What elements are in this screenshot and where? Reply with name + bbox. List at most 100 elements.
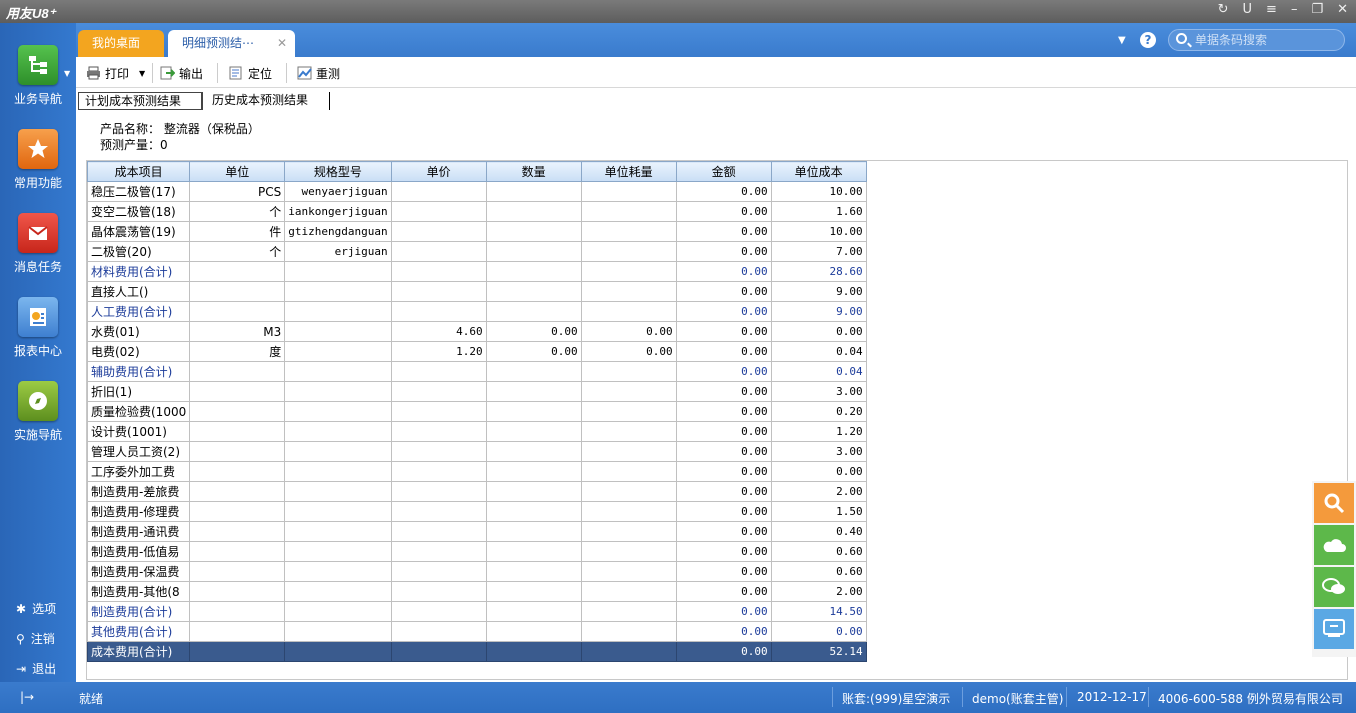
table-cell[interactable] [189, 381, 286, 402]
table-cell[interactable] [284, 481, 392, 502]
table-row[interactable]: 工序委外加工费 0.00 0.00 [86, 461, 867, 482]
table-cell[interactable] [189, 461, 286, 482]
table-row[interactable]: 制造费用-修理费 0.00 1.50 [86, 501, 867, 522]
sidebar-item-implementation[interactable]: 实施导航 [0, 381, 76, 443]
table-cell[interactable] [189, 581, 286, 602]
table-cell[interactable] [390, 501, 487, 522]
table-cell[interactable] [284, 341, 392, 362]
table-cell[interactable]: 0.00 [485, 321, 582, 342]
collapse-icon[interactable]: |→ [20, 690, 34, 704]
table-cell[interactable] [580, 581, 677, 602]
table-cell[interactable]: 度 [189, 341, 286, 362]
table-subtotal-row[interactable]: 辅助费用(合计) 0.00 0.04 [86, 361, 867, 382]
table-row[interactable]: 二极管(20) 个 erjiguan 0.00 7.00 [86, 241, 867, 262]
table-row[interactable]: 直接人工() 0.00 9.00 [86, 281, 867, 302]
tab-plan-forecast[interactable]: 计划成本预测结果 [78, 92, 203, 110]
table-cell[interactable]: 2.00 [770, 481, 867, 502]
table-cell[interactable]: 质量检验费(1000 [86, 401, 191, 422]
table-cell[interactable]: 0.00 [675, 641, 772, 662]
table-cell[interactable] [390, 301, 487, 322]
table-cell[interactable]: 0.00 [675, 481, 772, 502]
tab-detail-forecast[interactable]: 明细预测结⋯ ✕ [168, 30, 295, 57]
table-cell[interactable]: 10.00 [770, 181, 867, 202]
table-cell[interactable] [485, 301, 582, 322]
column-header[interactable]: 单价 [390, 161, 487, 182]
table-cell[interactable] [284, 621, 392, 642]
table-cell[interactable] [580, 501, 677, 522]
table-cell[interactable] [580, 261, 677, 282]
table-cell[interactable] [580, 421, 677, 442]
refresh-icon[interactable]: ↻ [1218, 2, 1229, 17]
table-cell[interactable] [580, 201, 677, 222]
table-cell[interactable]: 1.20 [390, 341, 487, 362]
column-header[interactable]: 单位 [189, 161, 286, 182]
table-cell[interactable] [284, 581, 392, 602]
table-cell[interactable] [580, 221, 677, 242]
column-header[interactable]: 单位成本 [770, 161, 867, 182]
table-cell[interactable]: 0.00 [675, 381, 772, 402]
table-cell[interactable] [284, 561, 392, 582]
table-cell[interactable] [485, 421, 582, 442]
column-header[interactable]: 规格型号 [284, 161, 392, 182]
table-cell[interactable] [284, 281, 392, 302]
table-cell[interactable]: 0.00 [675, 301, 772, 322]
table-cell[interactable] [485, 601, 582, 622]
table-cell[interactable] [390, 601, 487, 622]
table-row[interactable]: 制造费用-通讯费 0.00 0.40 [86, 521, 867, 542]
table-cell[interactable] [580, 541, 677, 562]
table-cell[interactable]: erjiguan [284, 241, 392, 262]
table-cell[interactable] [284, 601, 392, 622]
table-cell[interactable] [485, 261, 582, 282]
settings-menu-icon[interactable]: ≡ [1266, 2, 1277, 17]
table-cell[interactable]: 0.04 [770, 361, 867, 382]
table-cell[interactable]: 变空二极管(18) [86, 201, 191, 222]
table-cell[interactable] [580, 481, 677, 502]
cloud-tool-button[interactable] [1314, 525, 1354, 565]
table-cell[interactable] [485, 621, 582, 642]
table-subtotal-row[interactable]: 其他费用(合计) 0.00 0.00 [86, 621, 867, 642]
table-cell[interactable] [390, 581, 487, 602]
table-cell[interactable]: 0.00 [675, 421, 772, 442]
table-cell[interactable]: 个 [189, 201, 286, 222]
table-cell[interactable] [390, 401, 487, 422]
table-cell[interactable] [284, 521, 392, 542]
table-cell[interactable]: 1.50 [770, 501, 867, 522]
table-cell[interactable]: 电费(02) [86, 341, 191, 362]
table-cell[interactable] [485, 241, 582, 262]
table-cell[interactable] [390, 361, 487, 382]
table-cell[interactable]: 3.00 [770, 381, 867, 402]
table-cell[interactable] [580, 521, 677, 542]
table-cell[interactable]: 0.00 [675, 501, 772, 522]
table-cell[interactable]: 辅助费用(合计) [86, 361, 191, 382]
table-cell[interactable]: 0.00 [675, 241, 772, 262]
table-cell[interactable] [284, 401, 392, 422]
message-tool-button[interactable] [1314, 609, 1354, 649]
table-cell[interactable]: 1.20 [770, 421, 867, 442]
column-header[interactable]: 金额 [675, 161, 772, 182]
table-row[interactable]: 质量检验费(1000 0.00 0.20 [86, 401, 867, 422]
u-icon[interactable]: U [1243, 2, 1253, 17]
table-cell[interactable]: 0.00 [675, 541, 772, 562]
table-cell[interactable]: 10.00 [770, 221, 867, 242]
table-cell[interactable] [580, 561, 677, 582]
table-cell[interactable]: 其他费用(合计) [86, 621, 191, 642]
table-cell[interactable]: 0.00 [675, 281, 772, 302]
table-cell[interactable] [390, 641, 487, 662]
table-cell[interactable]: 0.00 [770, 621, 867, 642]
table-cell[interactable]: 4.60 [390, 321, 487, 342]
column-header[interactable]: 单位耗量 [580, 161, 677, 182]
table-row[interactable]: 折旧(1) 0.00 3.00 [86, 381, 867, 402]
table-cell[interactable]: 28.60 [770, 261, 867, 282]
table-cell[interactable] [485, 461, 582, 482]
table-subtotal-row[interactable]: 人工费用(合计) 0.00 9.00 [86, 301, 867, 322]
table-cell[interactable] [189, 481, 286, 502]
table-cell[interactable] [189, 401, 286, 422]
close-button[interactable]: ✕ [1337, 2, 1348, 17]
table-cell[interactable]: 0.00 [770, 321, 867, 342]
restore-button[interactable]: ❐ [1311, 2, 1323, 17]
table-cell[interactable] [390, 421, 487, 442]
table-cell[interactable]: 管理人员工资(2) [86, 441, 191, 462]
table-cell[interactable]: 二极管(20) [86, 241, 191, 262]
table-cell[interactable] [189, 621, 286, 642]
table-cell[interactable]: 7.00 [770, 241, 867, 262]
